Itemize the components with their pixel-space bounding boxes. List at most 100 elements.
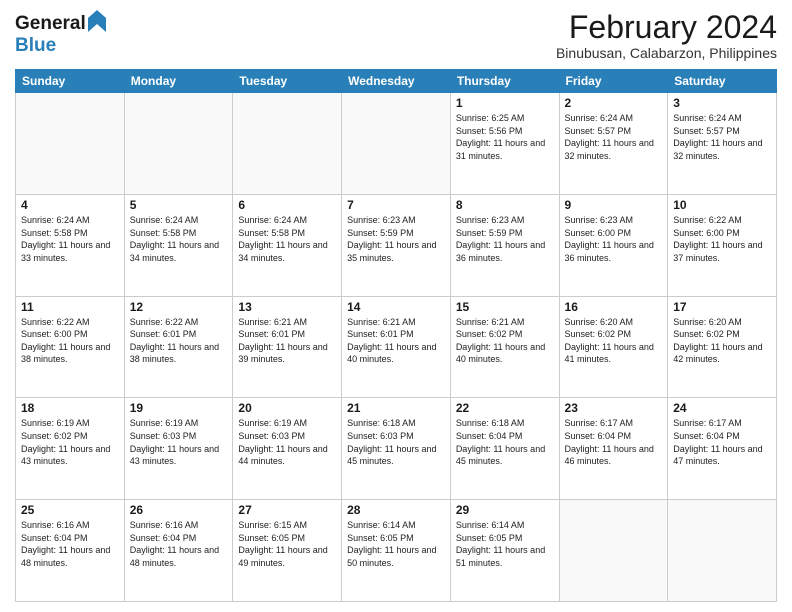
day-info: Sunrise: 6:20 AM Sunset: 6:02 PM Dayligh… [673, 316, 771, 366]
day-info: Sunrise: 6:23 AM Sunset: 6:00 PM Dayligh… [565, 214, 663, 264]
calendar-cell [16, 93, 125, 195]
calendar-row: 11 Sunrise: 6:22 AM Sunset: 6:00 PM Dayli… [16, 296, 777, 398]
calendar-cell: 16 Sunrise: 6:20 AM Sunset: 6:02 PM Dayli… [559, 296, 668, 398]
calendar-cell: 27 Sunrise: 6:15 AM Sunset: 6:05 PM Dayli… [233, 500, 342, 602]
calendar-cell: 26 Sunrise: 6:16 AM Sunset: 6:04 PM Dayli… [124, 500, 233, 602]
day-number: 18 [21, 401, 119, 415]
calendar-cell: 7 Sunrise: 6:23 AM Sunset: 5:59 PM Daylig… [342, 194, 451, 296]
day-info: Sunrise: 6:23 AM Sunset: 5:59 PM Dayligh… [456, 214, 554, 264]
day-number: 17 [673, 300, 771, 314]
day-info: Sunrise: 6:18 AM Sunset: 6:03 PM Dayligh… [347, 417, 445, 467]
day-number: 8 [456, 198, 554, 212]
calendar-cell: 17 Sunrise: 6:20 AM Sunset: 6:02 PM Dayli… [668, 296, 777, 398]
calendar-cell: 11 Sunrise: 6:22 AM Sunset: 6:00 PM Dayli… [16, 296, 125, 398]
calendar-subtitle: Binubusan, Calabarzon, Philippines [556, 45, 777, 61]
day-number: 28 [347, 503, 445, 517]
calendar-cell: 13 Sunrise: 6:21 AM Sunset: 6:01 PM Dayli… [233, 296, 342, 398]
page-header: General Blue February 2024 Binubusan, Ca… [15, 10, 777, 61]
day-info: Sunrise: 6:24 AM Sunset: 5:57 PM Dayligh… [673, 112, 771, 162]
day-number: 3 [673, 96, 771, 110]
day-info: Sunrise: 6:16 AM Sunset: 6:04 PM Dayligh… [130, 519, 228, 569]
day-number: 21 [347, 401, 445, 415]
logo-icon [88, 10, 106, 38]
day-info: Sunrise: 6:16 AM Sunset: 6:04 PM Dayligh… [21, 519, 119, 569]
calendar-cell: 24 Sunrise: 6:17 AM Sunset: 6:04 PM Dayli… [668, 398, 777, 500]
calendar-cell: 12Sunrise: 6:22 AM Sunset: 6:01 PM Dayli… [124, 296, 233, 398]
day-number: 15 [456, 300, 554, 314]
day-info: Sunrise: 6:22 AM Sunset: 6:00 PM Dayligh… [21, 316, 119, 366]
calendar-cell [233, 93, 342, 195]
day-info: Sunrise: 6:19 AM Sunset: 6:03 PM Dayligh… [130, 417, 228, 467]
day-info: Sunrise: 6:19 AM Sunset: 6:02 PM Dayligh… [21, 417, 119, 467]
day-info: Sunrise: 6:23 AM Sunset: 5:59 PM Dayligh… [347, 214, 445, 264]
day-info: Sunrise: 6:22 AM Sunset: 6:00 PM Dayligh… [673, 214, 771, 264]
day-info: Sunrise: 6:21 AM Sunset: 6:01 PM Dayligh… [238, 316, 336, 366]
calendar-cell: 8 Sunrise: 6:23 AM Sunset: 5:59 PM Daylig… [450, 194, 559, 296]
day-info: Sunrise: 6:24 AM Sunset: 5:58 PM Dayligh… [130, 214, 228, 264]
day-info: Sunrise: 6:14 AM Sunset: 6:05 PM Dayligh… [456, 519, 554, 569]
calendar-cell [668, 500, 777, 602]
calendar-cell: 15 Sunrise: 6:21 AM Sunset: 6:02 PM Dayli… [450, 296, 559, 398]
day-number: 1 [456, 96, 554, 110]
day-number: 27 [238, 503, 336, 517]
weekday-header: Tuesday [233, 70, 342, 93]
calendar-cell [124, 93, 233, 195]
day-number: 7 [347, 198, 445, 212]
day-info: Sunrise: 6:19 AM Sunset: 6:03 PM Dayligh… [238, 417, 336, 467]
calendar-page: General Blue February 2024 Binubusan, Ca… [0, 0, 792, 612]
calendar-cell: 1 Sunrise: 6:25 AM Sunset: 5:56 PM Daylig… [450, 93, 559, 195]
calendar-cell: 21 Sunrise: 6:18 AM Sunset: 6:03 PM Dayli… [342, 398, 451, 500]
logo-blue: Blue [15, 36, 106, 57]
day-number: 4 [21, 198, 119, 212]
calendar-cell [342, 93, 451, 195]
logo: General Blue [15, 10, 106, 57]
day-number: 11 [21, 300, 119, 314]
day-number: 10 [673, 198, 771, 212]
day-info: Sunrise: 6:24 AM Sunset: 5:57 PM Dayligh… [565, 112, 663, 162]
calendar-row: 18 Sunrise: 6:19 AM Sunset: 6:02 PM Dayli… [16, 398, 777, 500]
calendar-cell: 4 Sunrise: 6:24 AM Sunset: 5:58 PM Daylig… [16, 194, 125, 296]
day-info: Sunrise: 6:20 AM Sunset: 6:02 PM Dayligh… [565, 316, 663, 366]
day-number: 29 [456, 503, 554, 517]
day-number: 24 [673, 401, 771, 415]
calendar-table: SundayMondayTuesdayWednesdayThursdayFrid… [15, 69, 777, 602]
day-number: 9 [565, 198, 663, 212]
calendar-cell: 20 Sunrise: 6:19 AM Sunset: 6:03 PM Dayli… [233, 398, 342, 500]
day-number: 5 [130, 198, 228, 212]
day-info: Sunrise: 6:14 AM Sunset: 6:05 PM Dayligh… [347, 519, 445, 569]
day-info: Sunrise: 6:24 AM Sunset: 5:58 PM Dayligh… [21, 214, 119, 264]
calendar-cell: 6Sunrise: 6:24 AM Sunset: 5:58 PM Daylig… [233, 194, 342, 296]
day-info: Sunrise: 6:15 AM Sunset: 6:05 PM Dayligh… [238, 519, 336, 569]
day-info: Sunrise: 6:25 AM Sunset: 5:56 PM Dayligh… [456, 112, 554, 162]
weekday-header: Wednesday [342, 70, 451, 93]
day-number: 14 [347, 300, 445, 314]
day-number: 16 [565, 300, 663, 314]
weekday-header: Friday [559, 70, 668, 93]
weekday-header: Saturday [668, 70, 777, 93]
day-number: 13 [238, 300, 336, 314]
weekday-header: Monday [124, 70, 233, 93]
day-number: 23 [565, 401, 663, 415]
day-info: Sunrise: 6:17 AM Sunset: 6:04 PM Dayligh… [565, 417, 663, 467]
day-number: 26 [130, 503, 228, 517]
calendar-cell: 14 Sunrise: 6:21 AM Sunset: 6:01 PM Dayli… [342, 296, 451, 398]
weekday-header: Sunday [16, 70, 125, 93]
day-number: 20 [238, 401, 336, 415]
calendar-cell: 2 Sunrise: 6:24 AM Sunset: 5:57 PM Daylig… [559, 93, 668, 195]
day-info: Sunrise: 6:18 AM Sunset: 6:04 PM Dayligh… [456, 417, 554, 467]
calendar-cell: 22 Sunrise: 6:18 AM Sunset: 6:04 PM Dayli… [450, 398, 559, 500]
calendar-cell: 29 Sunrise: 6:14 AM Sunset: 6:05 PM Dayli… [450, 500, 559, 602]
day-info: Sunrise: 6:21 AM Sunset: 6:01 PM Dayligh… [347, 316, 445, 366]
day-info: Sunrise: 6:17 AM Sunset: 6:04 PM Dayligh… [673, 417, 771, 467]
day-info: Sunrise: 6:24 AM Sunset: 5:58 PM Dayligh… [238, 214, 336, 264]
day-info: Sunrise: 6:21 AM Sunset: 6:02 PM Dayligh… [456, 316, 554, 366]
calendar-cell: 10 Sunrise: 6:22 AM Sunset: 6:00 PM Dayli… [668, 194, 777, 296]
day-number: 2 [565, 96, 663, 110]
calendar-cell: 5 Sunrise: 6:24 AM Sunset: 5:58 PM Daylig… [124, 194, 233, 296]
weekday-header: Thursday [450, 70, 559, 93]
day-number: 12 [130, 300, 228, 314]
calendar-row: 25Sunrise: 6:16 AM Sunset: 6:04 PM Dayli… [16, 500, 777, 602]
calendar-cell [559, 500, 668, 602]
calendar-row: 1 Sunrise: 6:25 AM Sunset: 5:56 PM Daylig… [16, 93, 777, 195]
day-number: 22 [456, 401, 554, 415]
